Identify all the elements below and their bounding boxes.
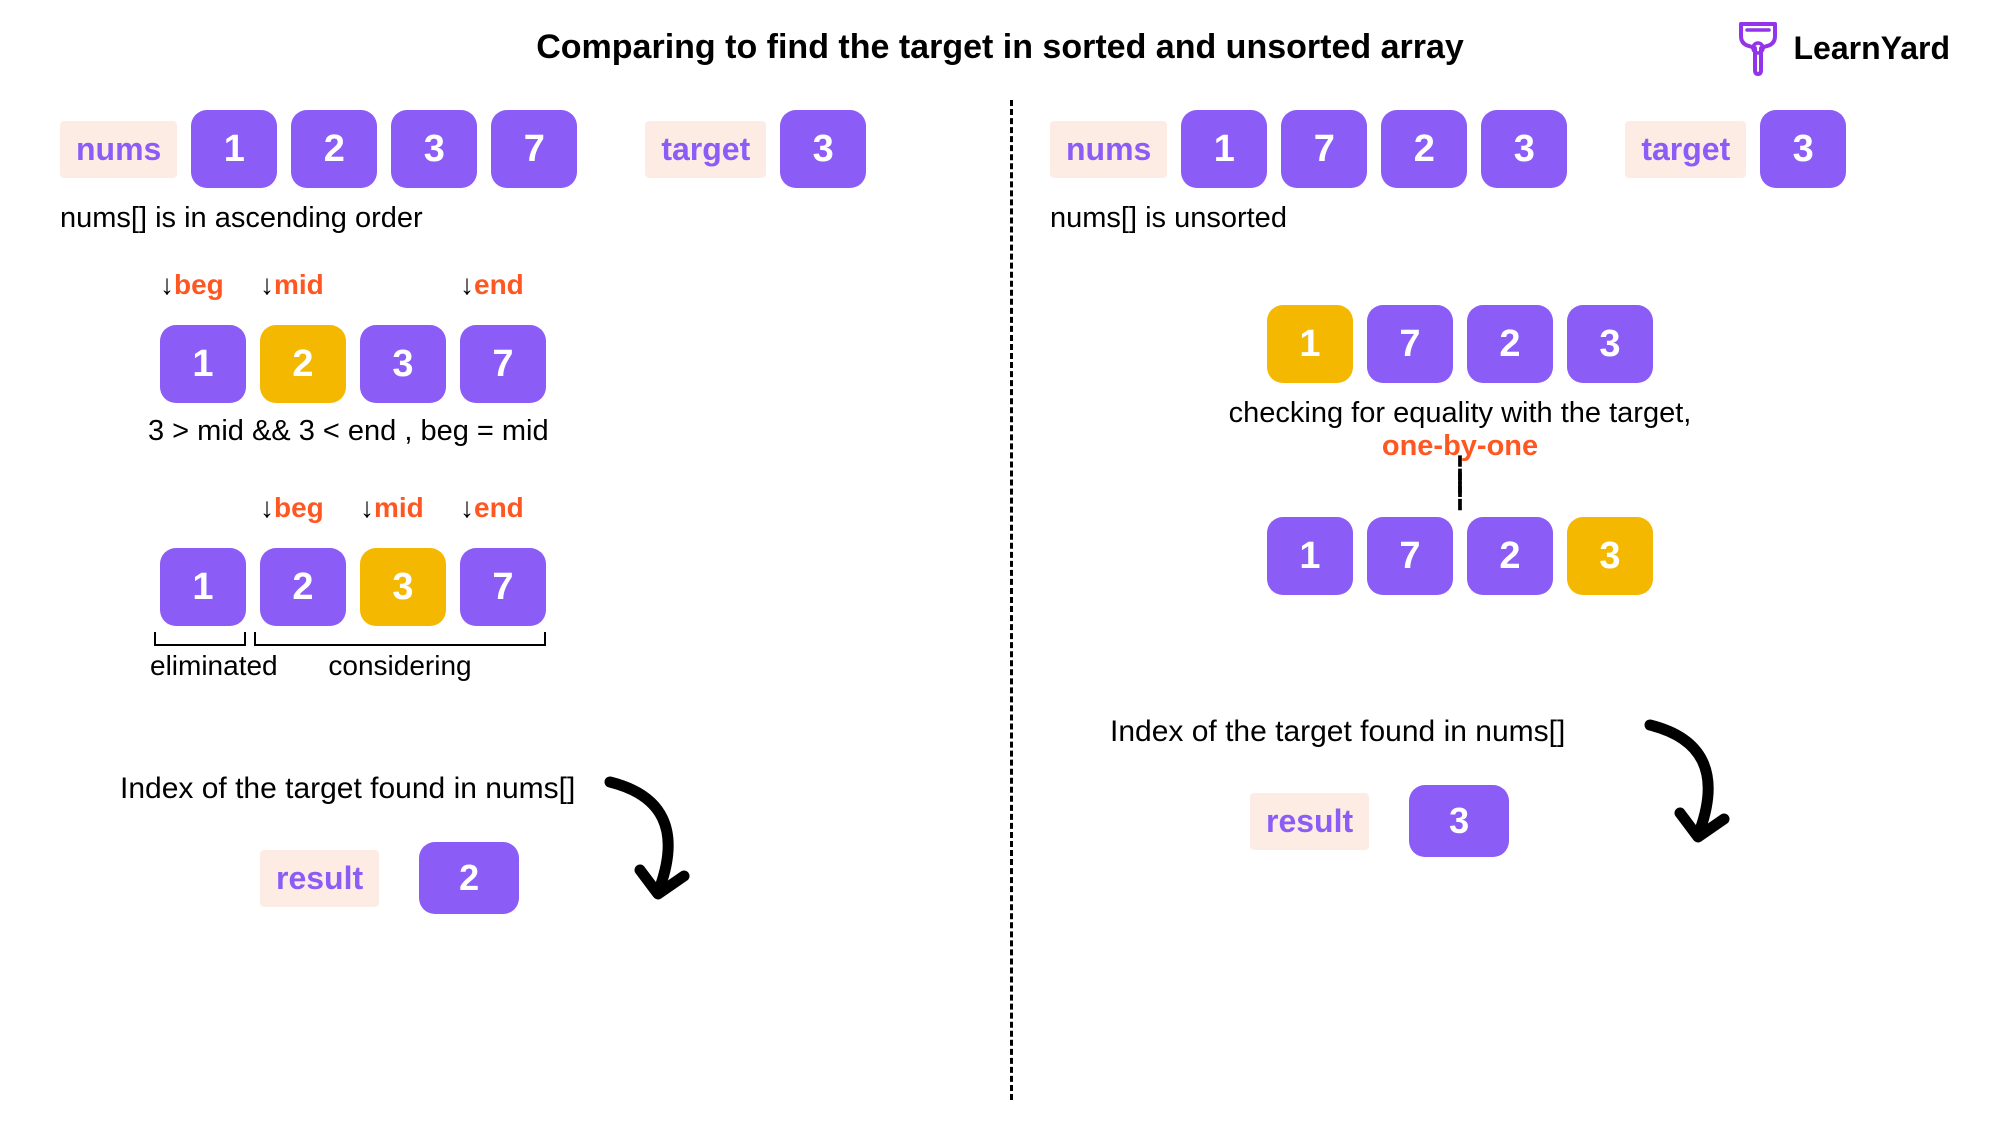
array-cell: 1 bbox=[1181, 110, 1267, 188]
pointer-beg: beg bbox=[174, 269, 224, 300]
array-cell-highlight: 1 bbox=[1267, 305, 1353, 383]
array-cell: 1 bbox=[1267, 517, 1353, 595]
array-cell: 7 bbox=[460, 325, 546, 403]
target-label: target bbox=[645, 121, 766, 178]
binary-step-2: ↓beg ↓mid ↓end 1 2 3 7 eliminated consid… bbox=[160, 548, 960, 682]
array-cell-highlight: 3 bbox=[360, 548, 446, 626]
array-cell: 3 bbox=[1567, 305, 1653, 383]
step1-caption: 3 > mid && 3 < end , beg = mid bbox=[148, 415, 960, 448]
result-label: result bbox=[260, 850, 379, 907]
array-cell: 2 bbox=[1467, 517, 1553, 595]
array-cell: 7 bbox=[1281, 110, 1367, 188]
arrow-down-icon: ↓ bbox=[460, 492, 474, 523]
result-value: 2 bbox=[419, 842, 519, 914]
sorted-subtitle: nums[] is in ascending order bbox=[60, 202, 960, 235]
nums-label: nums bbox=[1050, 121, 1167, 178]
linear-caption-1: checking for equality with the target, bbox=[1210, 397, 1710, 430]
binary-step-1: ↓beg ↓mid ↓end 1 2 3 7 3 > mid && 3 < en… bbox=[160, 325, 960, 448]
result-label: result bbox=[1250, 793, 1369, 850]
sorted-input-row: nums 1 2 3 7 target 3 bbox=[60, 110, 960, 188]
unsorted-panel: nums 1 7 2 3 target 3 nums[] is unsorted… bbox=[1050, 110, 1950, 857]
learnyard-icon bbox=[1733, 20, 1783, 76]
vertical-dots-icon: ┆┆ bbox=[1210, 467, 1710, 501]
array-cell: 7 bbox=[1367, 517, 1453, 595]
unsorted-result: Index of the target found in nums[] resu… bbox=[1050, 715, 1950, 857]
unsorted-subtitle: nums[] is unsorted bbox=[1050, 202, 1950, 235]
array-cell: 7 bbox=[460, 548, 546, 626]
panel-divider bbox=[1010, 100, 1013, 1100]
target-cell: 3 bbox=[780, 110, 866, 188]
result-header: Index of the target found in nums[] bbox=[1110, 715, 1950, 749]
target-cell: 3 bbox=[1760, 110, 1846, 188]
array-cell: 2 bbox=[1381, 110, 1467, 188]
sorted-result: Index of the target found in nums[] resu… bbox=[60, 772, 960, 914]
nums-label: nums bbox=[60, 121, 177, 178]
brand-name: LearnYard bbox=[1793, 30, 1950, 67]
array-cell: 2 bbox=[291, 110, 377, 188]
array-cell: 3 bbox=[360, 325, 446, 403]
array-cell: 3 bbox=[1481, 110, 1567, 188]
pointer-mid: mid bbox=[374, 492, 424, 523]
array-cell: 7 bbox=[491, 110, 577, 188]
brand-logo: LearnYard bbox=[1733, 20, 1950, 76]
arrow-down-icon: ↓ bbox=[360, 492, 374, 523]
linear-search-block: 1 7 2 3 checking for equality with the t… bbox=[1210, 305, 1710, 595]
arrow-down-icon: ↓ bbox=[460, 269, 474, 300]
array-cell: 1 bbox=[160, 325, 246, 403]
array-cell: 1 bbox=[191, 110, 277, 188]
array-cell-highlight: 2 bbox=[260, 325, 346, 403]
pointer-end: end bbox=[474, 269, 524, 300]
curved-arrow-icon bbox=[590, 772, 710, 912]
bracket-considering: considering bbox=[250, 632, 550, 682]
pointer-mid: mid bbox=[274, 269, 324, 300]
pointer-beg: beg bbox=[274, 492, 324, 523]
arrow-down-icon: ↓ bbox=[160, 269, 174, 300]
arrow-down-icon: ↓ bbox=[260, 269, 274, 300]
pointer-end: end bbox=[474, 492, 524, 523]
array-cell-highlight: 3 bbox=[1567, 517, 1653, 595]
unsorted-input-row: nums 1 7 2 3 target 3 bbox=[1050, 110, 1950, 188]
array-cell: 3 bbox=[391, 110, 477, 188]
page-title: Comparing to find the target in sorted a… bbox=[0, 28, 2000, 67]
bracket-label: considering bbox=[250, 650, 550, 682]
result-header: Index of the target found in nums[] bbox=[120, 772, 960, 806]
array-cell: 7 bbox=[1367, 305, 1453, 383]
array-cell: 1 bbox=[160, 548, 246, 626]
bracket-eliminated: eliminated bbox=[150, 632, 250, 682]
target-label: target bbox=[1625, 121, 1746, 178]
result-value: 3 bbox=[1409, 785, 1509, 857]
bracket-label: eliminated bbox=[150, 650, 250, 682]
arrow-down-icon: ↓ bbox=[260, 492, 274, 523]
curved-arrow-icon bbox=[1630, 715, 1750, 855]
array-cell: 2 bbox=[260, 548, 346, 626]
array-cell: 2 bbox=[1467, 305, 1553, 383]
sorted-panel: nums 1 2 3 7 target 3 nums[] is in ascen… bbox=[60, 110, 960, 914]
